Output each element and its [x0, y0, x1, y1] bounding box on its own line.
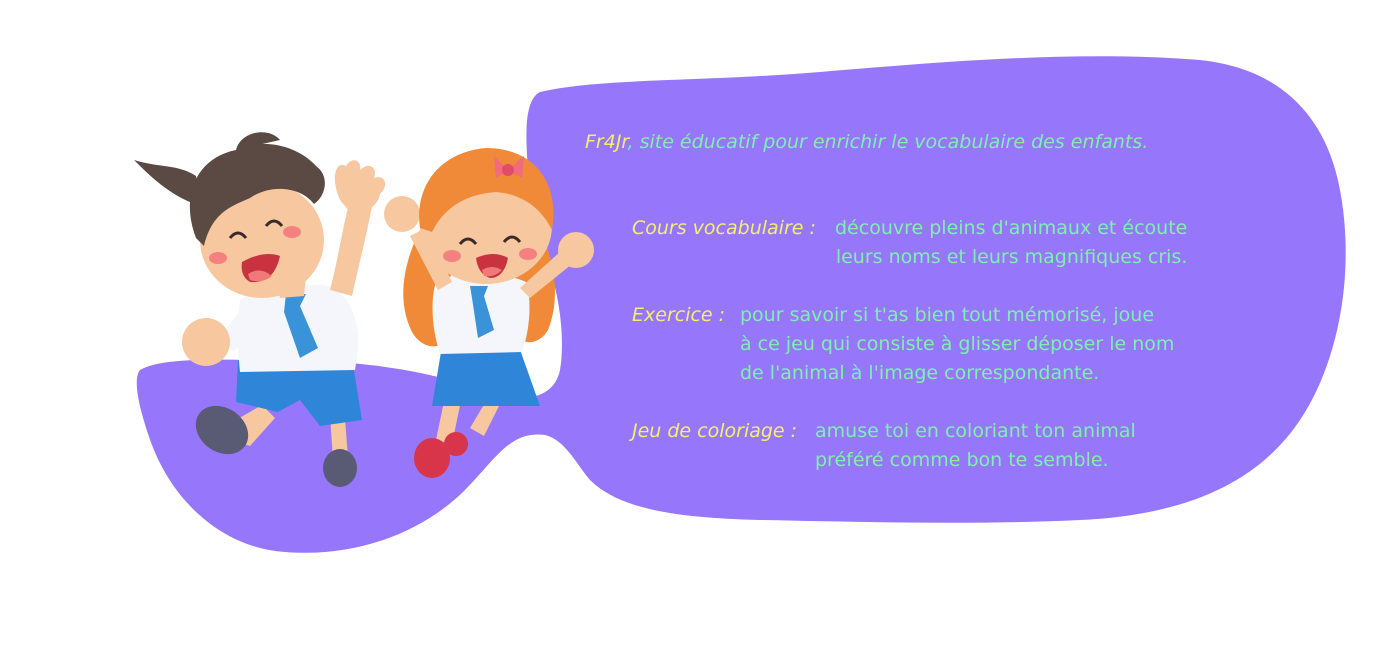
- section-title-cours-vocabulaire: Cours vocabulaire :: [632, 217, 816, 239]
- section-desc-cours-vocabulaire: découvre pleins d'animaux et écoute leur…: [835, 217, 1188, 268]
- hero-section: Fr4Jr, site éducatif pour enrichir le vo…: [0, 0, 1395, 659]
- section-desc-jeu-de-coloriage: amuse toi en coloriant ton animal préfér…: [815, 420, 1136, 471]
- brand-name: Fr4Jr: [585, 131, 628, 153]
- tagline: , site éducatif pour enrichir le vocabul…: [627, 131, 1149, 153]
- section-title-jeu-de-coloriage: Jeu de coloriage :: [632, 420, 798, 442]
- section-desc-exercice: pour savoir si t'as bien tout mémorisé, …: [740, 304, 1175, 384]
- section-title-exercice: Exercice :: [632, 304, 726, 326]
- intro-line: Fr4Jr, site éducatif pour enrichir le vo…: [585, 128, 1148, 157]
